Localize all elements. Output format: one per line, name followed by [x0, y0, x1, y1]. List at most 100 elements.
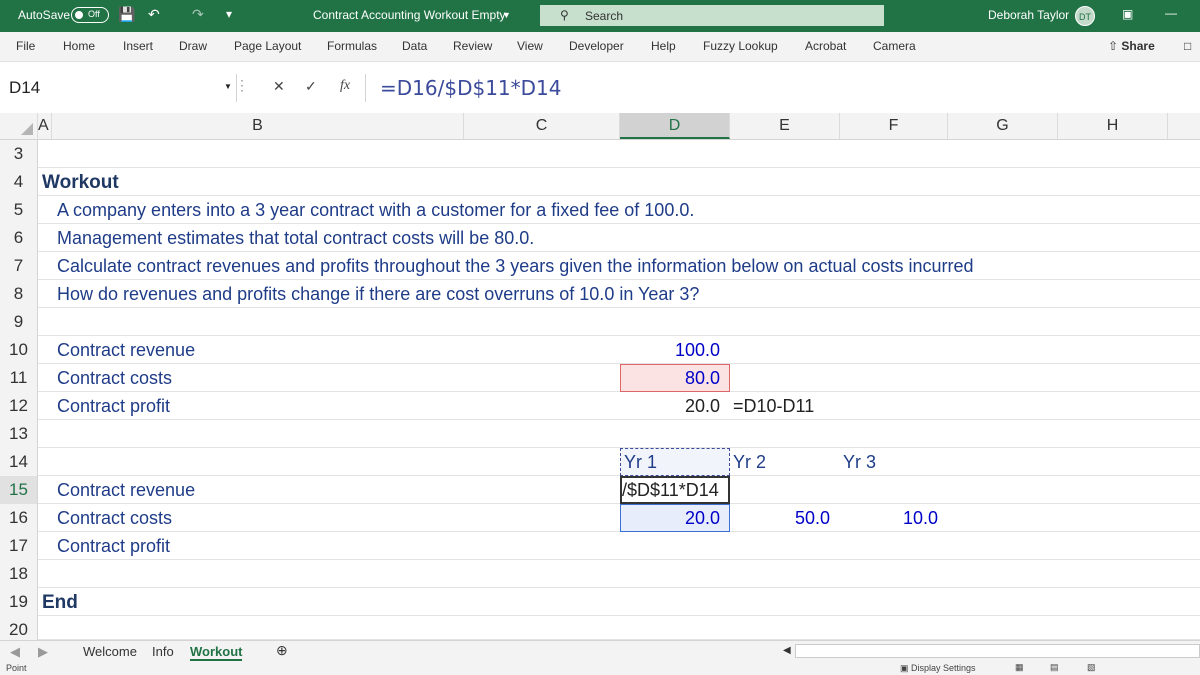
- cell-b7[interactable]: Calculate contract revenues and profits …: [57, 256, 974, 277]
- row-header[interactable]: 12: [0, 392, 38, 420]
- row-header[interactable]: 7: [0, 252, 38, 280]
- select-all-button[interactable]: [0, 113, 38, 139]
- cell-e16[interactable]: 50.0: [730, 508, 830, 529]
- row-header[interactable]: 10: [0, 336, 38, 364]
- formula-input[interactable]: =D16/$D$11*D14: [365, 74, 1200, 102]
- column-header-e[interactable]: E: [730, 113, 840, 139]
- cell-e12[interactable]: =D10-D11: [733, 396, 814, 417]
- cell-b10[interactable]: Contract revenue: [57, 340, 195, 361]
- cell-b12[interactable]: Contract profit: [57, 396, 170, 417]
- scroll-right-icon[interactable]: ▶: [38, 644, 48, 660]
- column-header-f[interactable]: F: [840, 113, 948, 139]
- row-header[interactable]: 15: [0, 476, 38, 504]
- row-header[interactable]: 19: [0, 588, 38, 616]
- cell-d16[interactable]: 20.0: [620, 508, 720, 529]
- row-header[interactable]: 11: [0, 364, 38, 392]
- tab-data[interactable]: Data: [402, 39, 427, 53]
- cell-a19[interactable]: End: [42, 592, 78, 614]
- name-box[interactable]: D14 ▼: [0, 74, 237, 102]
- insert-function-button[interactable]: fx: [340, 78, 350, 94]
- tab-view[interactable]: View: [517, 39, 543, 53]
- cell-a4[interactable]: Workout: [42, 172, 119, 194]
- row-header[interactable]: 8: [0, 280, 38, 308]
- cell-b16[interactable]: Contract costs: [57, 508, 172, 529]
- table-row: 16 Contract costs 20.0 50.0 10.0: [0, 504, 1200, 532]
- document-title[interactable]: Contract Accounting Workout Empty: [313, 8, 506, 22]
- cell-d10[interactable]: 100.0: [620, 340, 720, 361]
- sheet-tab-info[interactable]: Info: [152, 644, 174, 659]
- user-name[interactable]: Deborah Taylor: [988, 8, 1069, 22]
- formula-text: =D16/$D$11*D14: [380, 76, 562, 100]
- tab-developer[interactable]: Developer: [569, 39, 624, 53]
- title-chevron-down-icon[interactable]: ▼: [502, 10, 511, 20]
- normal-view-icon[interactable]: ▦: [1015, 662, 1024, 673]
- cell-f16[interactable]: 10.0: [840, 508, 938, 529]
- autosave-toggle[interactable]: Off: [71, 7, 109, 23]
- tab-help[interactable]: Help: [651, 39, 676, 53]
- column-header-a[interactable]: A: [38, 113, 52, 139]
- minimize-icon[interactable]: —: [1165, 6, 1177, 20]
- cell-d11[interactable]: 80.0: [620, 368, 720, 389]
- undo-icon[interactable]: ↶: [148, 6, 160, 23]
- search-box[interactable]: ⚲ Search: [540, 5, 884, 26]
- tab-file[interactable]: File: [16, 39, 35, 53]
- column-header-d[interactable]: D: [620, 113, 730, 139]
- cell-d15-editing[interactable]: /$D$11*D14: [622, 480, 728, 501]
- row-header[interactable]: 6: [0, 224, 38, 252]
- comments-icon[interactable]: □: [1184, 39, 1191, 53]
- scroll-left-icon[interactable]: ◀: [10, 644, 20, 660]
- tab-draw[interactable]: Draw: [179, 39, 207, 53]
- cancel-icon[interactable]: ✕: [273, 78, 285, 95]
- cell-b8[interactable]: How do revenues and profits change if th…: [57, 284, 699, 305]
- display-settings-label: Display Settings: [911, 663, 976, 673]
- cell-d12[interactable]: 20.0: [620, 396, 720, 417]
- cell-f14[interactable]: Yr 3: [843, 452, 876, 473]
- cell-e14[interactable]: Yr 2: [733, 452, 766, 473]
- tab-camera[interactable]: Camera: [873, 39, 916, 53]
- enter-icon[interactable]: ✓: [305, 78, 317, 95]
- cell-d14[interactable]: Yr 1: [624, 452, 657, 473]
- redo-icon[interactable]: ↷: [192, 6, 204, 23]
- cell-b15[interactable]: Contract revenue: [57, 480, 195, 501]
- row-header[interactable]: 9: [0, 308, 38, 336]
- add-sheet-icon[interactable]: ⊕: [276, 642, 288, 659]
- tab-fuzzy-lookup[interactable]: Fuzzy Lookup: [703, 39, 778, 53]
- row-header[interactable]: 20: [0, 616, 38, 640]
- avatar[interactable]: DT: [1075, 6, 1095, 26]
- cell-b5[interactable]: A company enters into a 3 year contract …: [57, 200, 694, 221]
- row-header[interactable]: 18: [0, 560, 38, 588]
- row-header[interactable]: 3: [0, 140, 38, 168]
- customize-icon[interactable]: ▾: [226, 7, 232, 21]
- hscroll-left-icon[interactable]: ◀: [783, 645, 791, 656]
- column-header-h[interactable]: H: [1058, 113, 1168, 139]
- horizontal-scrollbar[interactable]: [795, 644, 1200, 658]
- tab-formulas[interactable]: Formulas: [327, 39, 377, 53]
- column-header-g[interactable]: G: [948, 113, 1058, 139]
- row-header[interactable]: 16: [0, 504, 38, 532]
- row-header[interactable]: 13: [0, 420, 38, 448]
- tab-page-layout[interactable]: Page Layout: [234, 39, 301, 53]
- autosave-label: AutoSave: [18, 8, 71, 22]
- cell-b6[interactable]: Management estimates that total contract…: [57, 228, 534, 249]
- sheet-tab-workout[interactable]: Workout: [190, 644, 243, 661]
- column-header-b[interactable]: B: [52, 113, 464, 139]
- sheet-tab-welcome[interactable]: Welcome: [83, 644, 137, 659]
- row-header[interactable]: 5: [0, 196, 38, 224]
- row-header[interactable]: 14: [0, 448, 38, 476]
- tab-insert[interactable]: Insert: [123, 39, 153, 53]
- tab-review[interactable]: Review: [453, 39, 492, 53]
- tab-acrobat[interactable]: Acrobat: [805, 39, 846, 53]
- tab-home[interactable]: Home: [63, 39, 95, 53]
- cell-b17[interactable]: Contract profit: [57, 536, 170, 557]
- row-header[interactable]: 17: [0, 532, 38, 560]
- ribbon-display-icon[interactable]: ▣: [1122, 7, 1133, 21]
- share-button[interactable]: ⇧ Share: [1108, 39, 1155, 53]
- name-box-chevron-down-icon[interactable]: ▼: [224, 82, 232, 91]
- page-break-view-icon[interactable]: ▧: [1087, 662, 1096, 673]
- column-header-c[interactable]: C: [464, 113, 620, 139]
- cell-b11[interactable]: Contract costs: [57, 368, 172, 389]
- row-header[interactable]: 4: [0, 168, 38, 196]
- page-layout-view-icon[interactable]: ▤: [1050, 662, 1059, 673]
- display-settings-button[interactable]: ▣ Display Settings: [900, 663, 976, 674]
- save-icon[interactable]: 💾: [118, 6, 135, 23]
